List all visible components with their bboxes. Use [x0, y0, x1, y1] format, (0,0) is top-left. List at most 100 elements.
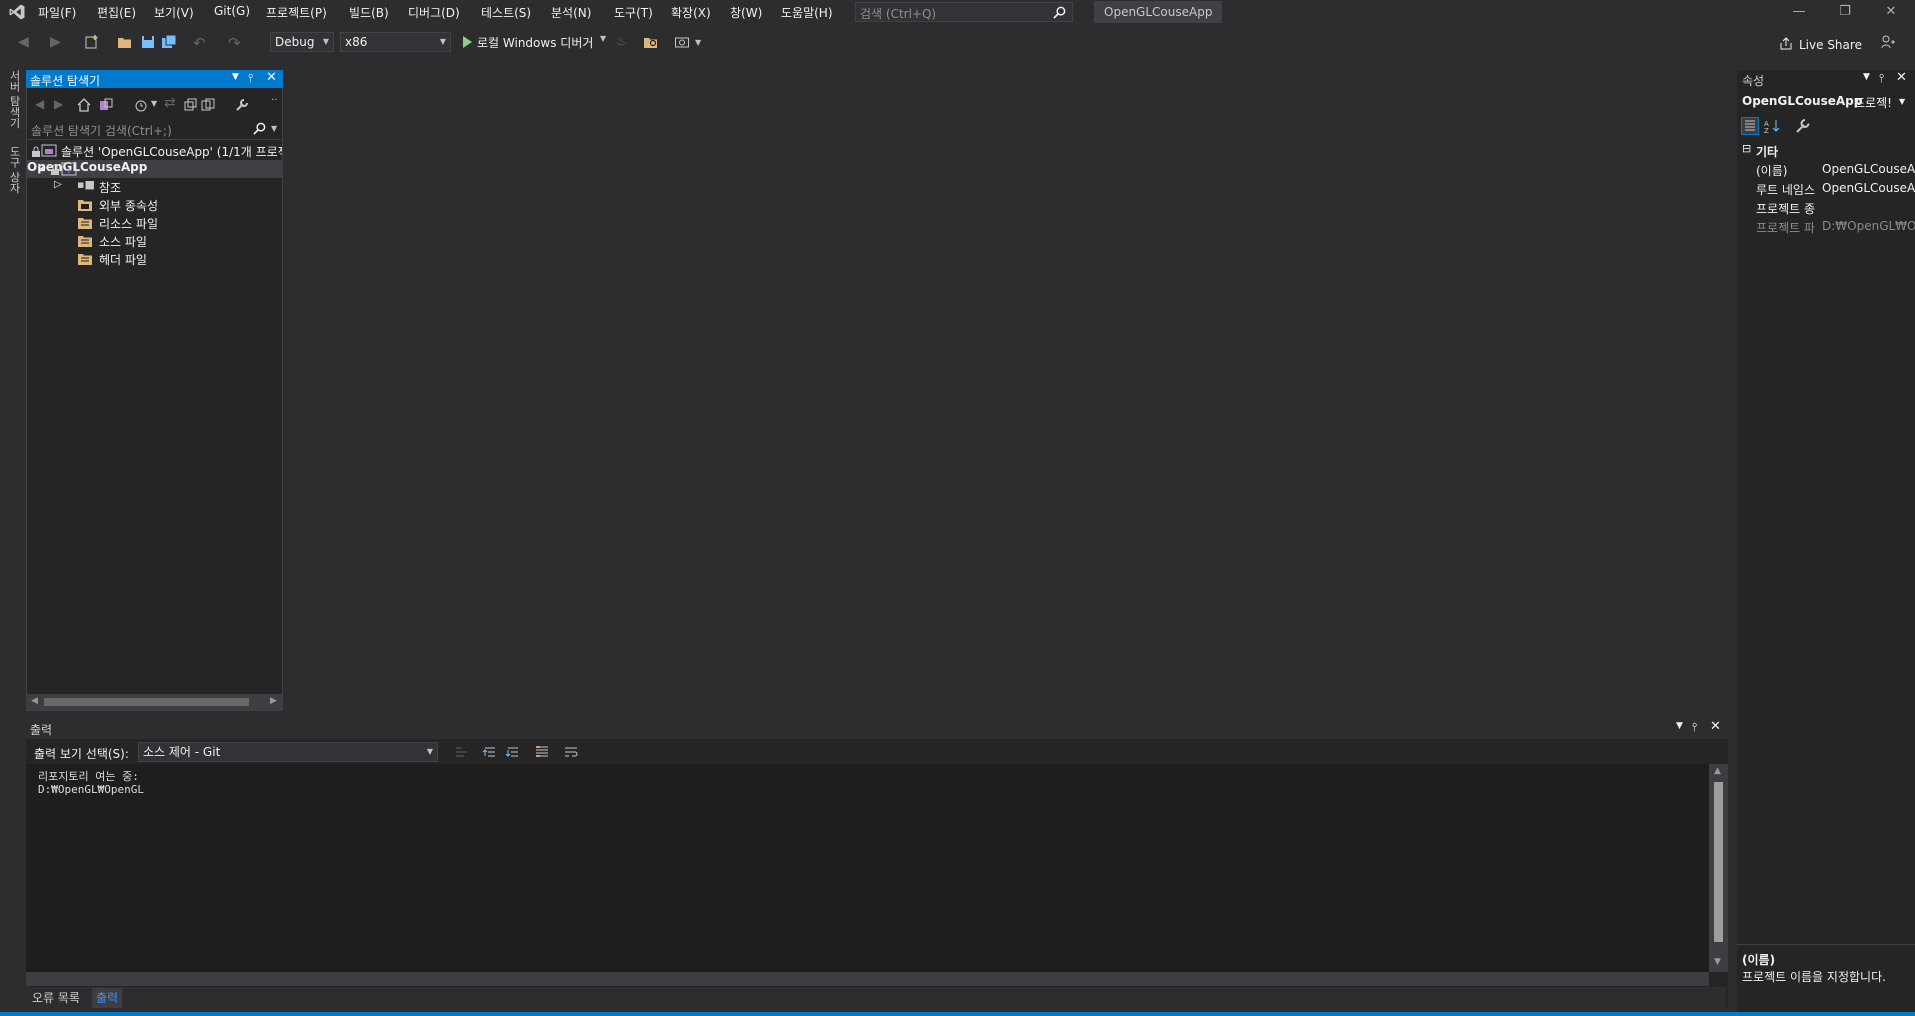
alphabetical-sort-icon[interactable]: AZ — [1764, 118, 1780, 134]
open-folder-icon[interactable] — [117, 34, 133, 50]
property-name: 프로젝트 종 — [1756, 202, 1816, 216]
menu-project[interactable]: 프로젝트(P) — [266, 4, 327, 21]
menu-debug[interactable]: 디버그(D) — [408, 4, 460, 21]
home-icon[interactable] — [77, 98, 91, 112]
undo-icon[interactable]: ↶ — [193, 34, 209, 52]
server-explorer-tab[interactable]: 서버 탐색기 — [2, 70, 22, 129]
menu-help[interactable]: 도움말(H) — [781, 4, 833, 21]
expanded-arrow-icon[interactable]: ◢ — [38, 163, 45, 173]
find-in-files-icon[interactable] — [643, 34, 659, 50]
close-icon[interactable]: ✕ — [1710, 719, 1721, 734]
solution-explorer-search-input[interactable]: 솔루션 탐색기 검색(Ctrl+;) ▼ — [27, 119, 282, 140]
forward-icon[interactable]: ▶ — [50, 34, 66, 50]
scrollbar-thumb[interactable] — [44, 698, 249, 706]
more-icon[interactable]: ‥ — [271, 92, 278, 103]
search-options-icon[interactable]: ▼ — [271, 124, 277, 133]
toolbar-overflow-icon[interactable]: ▼ — [695, 38, 701, 47]
scroll-up-icon[interactable]: ▲ — [1714, 766, 1721, 776]
collapse-all-icon[interactable] — [201, 98, 215, 112]
output-source-select[interactable]: 소스 제어 - Git ▼ — [138, 742, 438, 762]
save-icon[interactable] — [140, 34, 156, 50]
menu-tools[interactable]: 도구(T) — [614, 4, 653, 21]
output-horizontal-scrollbar[interactable] — [26, 972, 1709, 986]
tab-output[interactable]: 출력 — [92, 988, 123, 1008]
property-row[interactable]: 프로젝트 파 D:₩OpenGL₩Op — [1737, 218, 1915, 237]
forward-icon[interactable]: ▶ — [54, 97, 63, 111]
property-row[interactable]: 프로젝트 종 — [1737, 199, 1915, 218]
pending-changes-filter-icon[interactable] — [134, 98, 148, 112]
configuration-select[interactable]: Debug ▼ — [270, 32, 334, 52]
platform-select[interactable]: x86 ▼ — [340, 32, 451, 52]
property-row[interactable]: 루트 네임스 OpenGLCouseA — [1737, 180, 1915, 199]
scrollbar-thumb[interactable] — [1714, 782, 1723, 942]
pin-icon[interactable]: ⫯ — [248, 71, 253, 86]
properties-wrench-icon[interactable] — [235, 98, 249, 112]
output-vertical-scrollbar[interactable]: ▲ ▼ — [1709, 764, 1728, 972]
property-row[interactable]: (이름) OpenGLCouseA — [1737, 161, 1915, 180]
scroll-left-icon[interactable]: ◀ — [31, 696, 38, 706]
word-wrap-icon[interactable] — [563, 744, 579, 760]
new-project-icon[interactable] — [84, 34, 100, 50]
previous-message-icon[interactable] — [482, 744, 498, 760]
scroll-right-icon[interactable]: ▶ — [270, 696, 277, 706]
tree-node-header-files[interactable]: 헤더 파일 — [27, 250, 282, 268]
live-share-button[interactable]: Live Share — [1799, 38, 1862, 52]
category-row-misc[interactable]: ⊟ 기타 — [1737, 142, 1915, 161]
tree-node-source-files[interactable]: 소스 파일 — [27, 232, 282, 250]
play-icon[interactable] — [459, 34, 475, 50]
clear-all-icon[interactable] — [534, 744, 550, 760]
restore-button[interactable]: ❐ — [1822, 0, 1868, 24]
filter-dropdown-icon[interactable]: ▼ — [151, 99, 157, 108]
window-position-icon[interactable]: ▼ — [232, 72, 239, 82]
run-dropdown-icon[interactable]: ▼ — [600, 34, 606, 43]
sync-icon[interactable]: ⇄ — [164, 95, 176, 111]
tree-node-references[interactable]: ▷ ▪■ 참조 — [27, 178, 282, 196]
feedback-icon[interactable] — [1880, 34, 1896, 50]
menu-file[interactable]: 파일(F) — [38, 4, 76, 21]
minimize-button[interactable]: — — [1776, 0, 1822, 24]
menu-test[interactable]: 테스트(S) — [481, 4, 531, 21]
property-pages-wrench-icon[interactable] — [1795, 118, 1811, 134]
toolbox-tab[interactable]: 도구 상자 — [2, 146, 22, 194]
quick-search-input[interactable]: 검색 (Ctrl+Q) — [855, 2, 1073, 22]
switch-views-icon[interactable] — [99, 98, 113, 112]
tab-error-list[interactable]: 오류 목록 — [28, 988, 84, 1008]
close-icon[interactable]: ✕ — [266, 70, 277, 85]
tree-node-resource-files[interactable]: 리소스 파일 — [27, 214, 282, 232]
redo-icon[interactable]: ↷ — [228, 34, 244, 52]
categorized-view-button[interactable] — [1741, 117, 1759, 135]
collapsed-arrow-icon[interactable]: ▷ — [54, 179, 62, 190]
find-message-icon[interactable] — [453, 744, 469, 760]
menu-window[interactable]: 창(W) — [730, 4, 762, 21]
categorized-icon — [1745, 120, 1755, 131]
start-debugging-button[interactable]: 로컬 Windows 디버거 — [477, 34, 593, 51]
pin-icon[interactable]: ⫯ — [1692, 720, 1697, 735]
window-position-icon[interactable]: ▼ — [1676, 721, 1683, 731]
description-title: (이름) — [1742, 953, 1776, 967]
close-window-button[interactable]: ✕ — [1868, 0, 1914, 24]
tree-node-solution[interactable]: 솔루션 'OpenGLCouseApp' (1/1개 프로젝 — [27, 143, 282, 160]
menu-extensions[interactable]: 확장(X) — [671, 4, 711, 21]
back-icon[interactable]: ◀ — [18, 34, 34, 50]
menu-view[interactable]: 보기(V) — [154, 4, 194, 21]
menu-git[interactable]: Git(G) — [214, 4, 250, 18]
refresh-icon[interactable] — [183, 98, 197, 112]
tree-node-project[interactable]: ◢ + OpenGLCouseApp — [27, 160, 282, 178]
output-text-area[interactable]: 리포지토리 여는 중: D:₩OpenGL₩OpenGL — [26, 764, 1709, 972]
pin-icon[interactable]: ⫯ — [1879, 71, 1884, 86]
next-message-icon[interactable] — [505, 744, 521, 760]
screenshot-icon[interactable] — [674, 34, 690, 50]
tree-node-external-dependencies[interactable]: 외부 종속성 — [27, 196, 282, 214]
menu-analyze[interactable]: 분석(N) — [551, 4, 591, 21]
close-icon[interactable]: ✕ — [1896, 70, 1907, 85]
save-all-icon[interactable] — [161, 34, 177, 50]
collapse-icon[interactable]: ⊟ — [1742, 142, 1751, 155]
property-name: (이름) — [1756, 164, 1788, 178]
se-horizontal-scrollbar[interactable]: ◀ ▶ — [27, 694, 282, 710]
properties-object-select[interactable]: OpenGLCouseApp 프로젝! ▼ — [1737, 93, 1915, 113]
scroll-down-icon[interactable]: ▼ — [1714, 957, 1721, 967]
window-position-icon[interactable]: ▼ — [1863, 72, 1870, 82]
menu-build[interactable]: 빌드(B) — [349, 4, 389, 21]
menu-edit[interactable]: 편집(E) — [97, 4, 136, 21]
back-icon[interactable]: ◀ — [35, 97, 44, 111]
